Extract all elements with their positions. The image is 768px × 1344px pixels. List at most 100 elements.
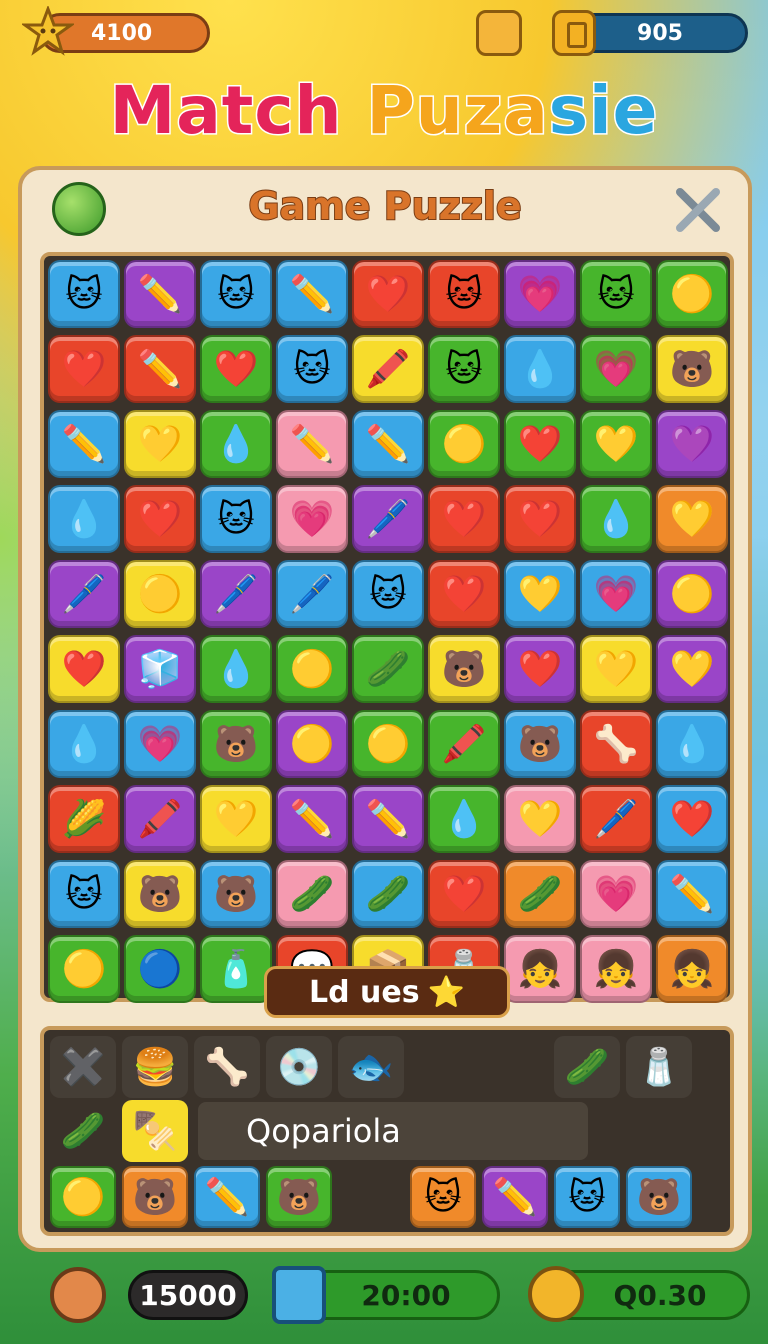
board-tile[interactable]: 🦴	[580, 710, 652, 778]
board-tile[interactable]: ❤️	[48, 635, 120, 703]
tray-item[interactable]: ✖️	[50, 1036, 116, 1098]
board-tile[interactable]: 🐻	[200, 710, 272, 778]
board-tile[interactable]: 💛	[656, 635, 728, 703]
board-tile[interactable]: 🔵	[124, 935, 196, 1003]
tray-item[interactable]: 🐱	[554, 1166, 620, 1228]
board-tile[interactable]: 🥒	[352, 635, 424, 703]
board-tile[interactable]: ✏️	[124, 335, 196, 403]
tray-item[interactable]: ✏️	[482, 1166, 548, 1228]
board-tile[interactable]: 🐱	[276, 335, 348, 403]
board-tile[interactable]: 💗	[504, 260, 576, 328]
board-tile[interactable]: 💧	[656, 710, 728, 778]
board-tile[interactable]: 💛	[504, 785, 576, 853]
board-tile[interactable]: 💛	[504, 560, 576, 628]
board-tile[interactable]: ❤️	[428, 560, 500, 628]
tray-item[interactable]: ✏️	[194, 1166, 260, 1228]
board-tile[interactable]: 💛	[124, 410, 196, 478]
board-tile[interactable]: 💛	[200, 785, 272, 853]
board-tile[interactable]: 🖊️	[200, 560, 272, 628]
board-tile[interactable]: 🐱	[48, 860, 120, 928]
board-tile[interactable]: ❤️	[124, 485, 196, 553]
board-tile[interactable]: ❤️	[428, 860, 500, 928]
board-tile[interactable]: 🥒	[276, 860, 348, 928]
board-tile[interactable]: 🐻	[124, 860, 196, 928]
board-tile[interactable]: 💛	[580, 635, 652, 703]
tray-item[interactable]: 🐻	[266, 1166, 332, 1228]
board-tile[interactable]: 🐱	[352, 560, 424, 628]
board-tile[interactable]: ❤️	[48, 335, 120, 403]
board-tile[interactable]: 💧	[504, 335, 576, 403]
board-tile[interactable]: 🐻	[656, 335, 728, 403]
board-tile[interactable]: 🖊️	[352, 485, 424, 553]
tray-item[interactable]: 🐻	[626, 1166, 692, 1228]
board-tile[interactable]: ❤️	[504, 485, 576, 553]
board-tile[interactable]: 🟡	[656, 260, 728, 328]
board-tile[interactable]: 🟡	[352, 710, 424, 778]
board-tile[interactable]: ✏️	[656, 860, 728, 928]
board-tile[interactable]: 🧊	[124, 635, 196, 703]
key-icon[interactable]	[528, 1266, 584, 1322]
board-tile[interactable]: 💧	[200, 410, 272, 478]
coin-icon[interactable]	[552, 10, 596, 56]
board-tile[interactable]: 💧	[48, 710, 120, 778]
board-tile[interactable]: 🐱	[48, 260, 120, 328]
star-icon[interactable]	[22, 6, 74, 58]
board-tile[interactable]: 🐻	[428, 635, 500, 703]
board-tile[interactable]: 💗	[580, 335, 652, 403]
board-tile[interactable]: 🧴	[200, 935, 272, 1003]
tray-item[interactable]: 🟡	[50, 1166, 116, 1228]
tray-item[interactable]: 🍢	[122, 1100, 188, 1162]
cup-icon[interactable]	[272, 1266, 326, 1324]
board-tile[interactable]: ✏️	[352, 410, 424, 478]
board-tile[interactable]: 🐱	[580, 260, 652, 328]
board-tile[interactable]: ❤️	[200, 335, 272, 403]
board-tile[interactable]: ❤️	[352, 260, 424, 328]
board-tile[interactable]: 🟡	[124, 560, 196, 628]
tray-item[interactable]: 🍔	[122, 1036, 188, 1098]
board-tile[interactable]: 💗	[124, 710, 196, 778]
board-tile[interactable]: ❤️	[504, 635, 576, 703]
board-tile[interactable]: 🐱	[200, 485, 272, 553]
board-tile[interactable]: 👧	[656, 935, 728, 1003]
tray-item[interactable]: 🐱	[410, 1166, 476, 1228]
tools-icon[interactable]	[672, 184, 724, 236]
board-tile[interactable]: ✏️	[276, 260, 348, 328]
board-tile[interactable]: 🐱	[428, 335, 500, 403]
board-tile[interactable]: 🟡	[48, 935, 120, 1003]
board-tile[interactable]: 🟡	[276, 635, 348, 703]
board-tile[interactable]: 💗	[580, 560, 652, 628]
board-tile[interactable]: ✏️	[276, 785, 348, 853]
board-tile[interactable]: 💛	[656, 485, 728, 553]
board-tile[interactable]: 🟡	[276, 710, 348, 778]
board-tile[interactable]: ✏️	[48, 410, 120, 478]
tray-item[interactable]: 🐟	[338, 1036, 404, 1098]
board-tile[interactable]: 🐻	[200, 860, 272, 928]
board-tile[interactable]: 🥒	[504, 860, 576, 928]
board-tile[interactable]: 🐱	[200, 260, 272, 328]
board-tile[interactable]: 🥒	[352, 860, 424, 928]
board-tile[interactable]: 🟡	[656, 560, 728, 628]
board-tile[interactable]: 💧	[200, 635, 272, 703]
board-tile[interactable]: 💗	[580, 860, 652, 928]
board-tile[interactable]: 💧	[428, 785, 500, 853]
board-tile[interactable]: 🖊️	[580, 785, 652, 853]
board-tile[interactable]: 💧	[48, 485, 120, 553]
board-tile[interactable]: ❤️	[428, 485, 500, 553]
board-tile[interactable]: ✏️	[124, 260, 196, 328]
tray-item[interactable]: 🧂	[626, 1036, 692, 1098]
bow-icon[interactable]	[476, 10, 522, 56]
board-tile[interactable]: 🌽	[48, 785, 120, 853]
board-tile[interactable]: ❤️	[504, 410, 576, 478]
tray-item[interactable]: 🥒	[50, 1100, 116, 1162]
tray-item[interactable]: 🥒	[554, 1036, 620, 1098]
board-tile[interactable]: 🐻	[504, 710, 576, 778]
tray-item[interactable]: 🦴	[194, 1036, 260, 1098]
board-tile[interactable]: 🖍️	[352, 335, 424, 403]
board-tile[interactable]: ✏️	[276, 410, 348, 478]
board-tile[interactable]: 👧	[504, 935, 576, 1003]
tray-item[interactable]: 🐻	[122, 1166, 188, 1228]
board-tile[interactable]: ❤️	[656, 785, 728, 853]
tray-item[interactable]: 💿	[266, 1036, 332, 1098]
board-tile[interactable]: 🖍️	[124, 785, 196, 853]
board-tile[interactable]: 🟡	[428, 410, 500, 478]
